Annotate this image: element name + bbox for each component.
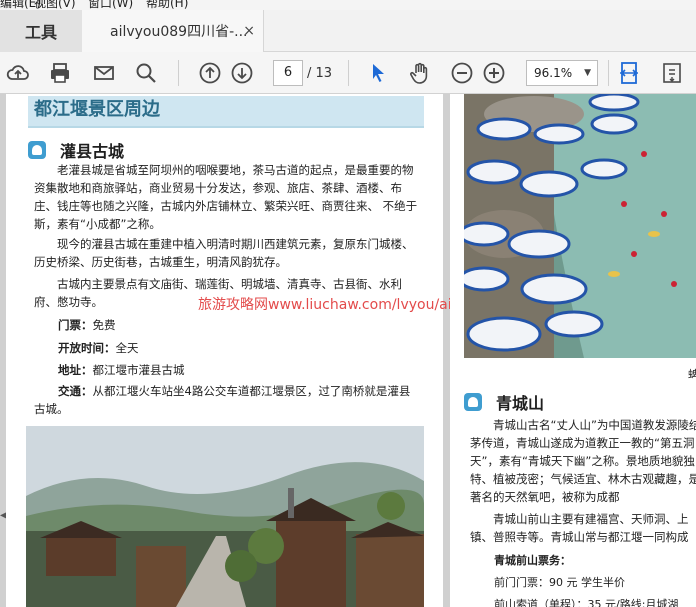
subsection-title: 灌县古城 — [60, 142, 125, 161]
photo-water-park — [464, 94, 696, 358]
email-icon[interactable] — [92, 61, 116, 85]
zoom-in-icon[interactable] — [482, 61, 506, 85]
zoom-value: 96.1% — [534, 66, 573, 80]
page-number-input[interactable]: 6 — [273, 60, 303, 86]
document-viewport[interactable]: ◀ 都江堰景区周边 灌县古城 老灌县城是省城至阿坝州的咽喉要地，茶马古道的起点，… — [0, 94, 696, 607]
subsection-title: 青城山 — [496, 394, 545, 413]
paragraph: 老灌县城是省城至阿坝州的咽喉要地，茶马古道的起点，是最重要的物资集散地和商旅驿站… — [34, 163, 418, 231]
info-ticket: 门票：免费 — [58, 318, 116, 332]
ticket-line: 前门门票：90 元 学生半价 — [494, 576, 625, 589]
menu-bar: 编辑(E) 视图(V) 窗口(W) 帮助(H) — [0, 0, 696, 10]
shell-icon — [464, 393, 482, 411]
menu-help[interactable]: 帮助(H) — [146, 0, 188, 10]
caption-fragment: 蜱 — [688, 368, 696, 381]
ticket-line: 前山索道（单程）：35 元/路线:月城湖 — [494, 598, 679, 607]
pdf-page-left: 都江堰景区周边 灌县古城 老灌县城是省城至阿坝州的咽喉要地，茶马古道的起点，是最… — [6, 94, 494, 607]
close-icon[interactable]: × — [243, 23, 255, 39]
menu-window[interactable]: 窗口(W) — [88, 0, 133, 10]
info-transport: 交通：从都江堰火车站坐4路公交车道都江堰景区，过了南桥就是灌县古城。 — [34, 384, 411, 416]
shell-icon — [28, 141, 46, 159]
page-down-icon[interactable] — [230, 61, 254, 85]
paragraph: 青城山古名“丈人山”为中国道教发源陵结茅传道，青城山遂成为道教正一教的“第五洞天… — [470, 418, 696, 504]
toolbar-separator — [178, 60, 179, 86]
info-hours: 开放时间：全天 — [58, 341, 139, 355]
toolbar-separator — [348, 60, 349, 86]
paragraph: 青城山前山主要有建福宫、天师洞、上镇、普照寺等。青城山常与都江堰一同构成 — [470, 512, 689, 544]
pdf-page-right: 蜱 青城山 青城山古名“丈人山”为中国道教发源陵结茅传道，青城山遂成为道教正一教… — [450, 94, 696, 607]
menu-view[interactable]: 视图(V) — [34, 0, 76, 10]
tab-document-label: ailvyou089四川省-... — [110, 24, 248, 40]
subsection-heading: 青城山 — [464, 390, 544, 414]
hand-icon[interactable] — [408, 61, 432, 85]
zoom-out-icon[interactable] — [450, 61, 474, 85]
tab-bar: 工具 ailvyou089四川省-... × — [0, 10, 696, 52]
select-cursor-icon[interactable] — [366, 61, 390, 85]
tools-icon[interactable] — [660, 61, 684, 85]
page-up-icon[interactable] — [198, 61, 222, 85]
search-icon[interactable] — [134, 61, 158, 85]
print-icon[interactable] — [48, 61, 72, 85]
page-total: / 13 — [307, 66, 333, 81]
ticket-title: 青城前山票务： — [494, 554, 571, 567]
section-title: 都江堰景区周边 — [28, 96, 424, 128]
paragraph: 现今的灌县古城在重建中植入明清时期川西建筑元素，复原东门城楼、历史桥梁、历史街巷… — [34, 237, 414, 269]
cloud-upload-icon[interactable] — [6, 61, 30, 85]
tab-tools[interactable]: 工具 — [0, 10, 82, 52]
toolbar: 6 / 13 96.1% ▼ — [0, 52, 696, 94]
photo-ancient-town — [26, 426, 424, 607]
fit-page-icon[interactable] — [617, 61, 641, 85]
subsection-heading: 灌县古城 — [28, 138, 124, 162]
info-address: 地址：都江堰市灌县古城 — [58, 363, 185, 377]
chevron-down-icon: ▼ — [584, 68, 591, 78]
zoom-select[interactable]: 96.1% ▼ — [526, 60, 598, 86]
tab-document[interactable]: ailvyou089四川省-... × — [82, 10, 264, 52]
toolbar-separator — [608, 60, 609, 86]
